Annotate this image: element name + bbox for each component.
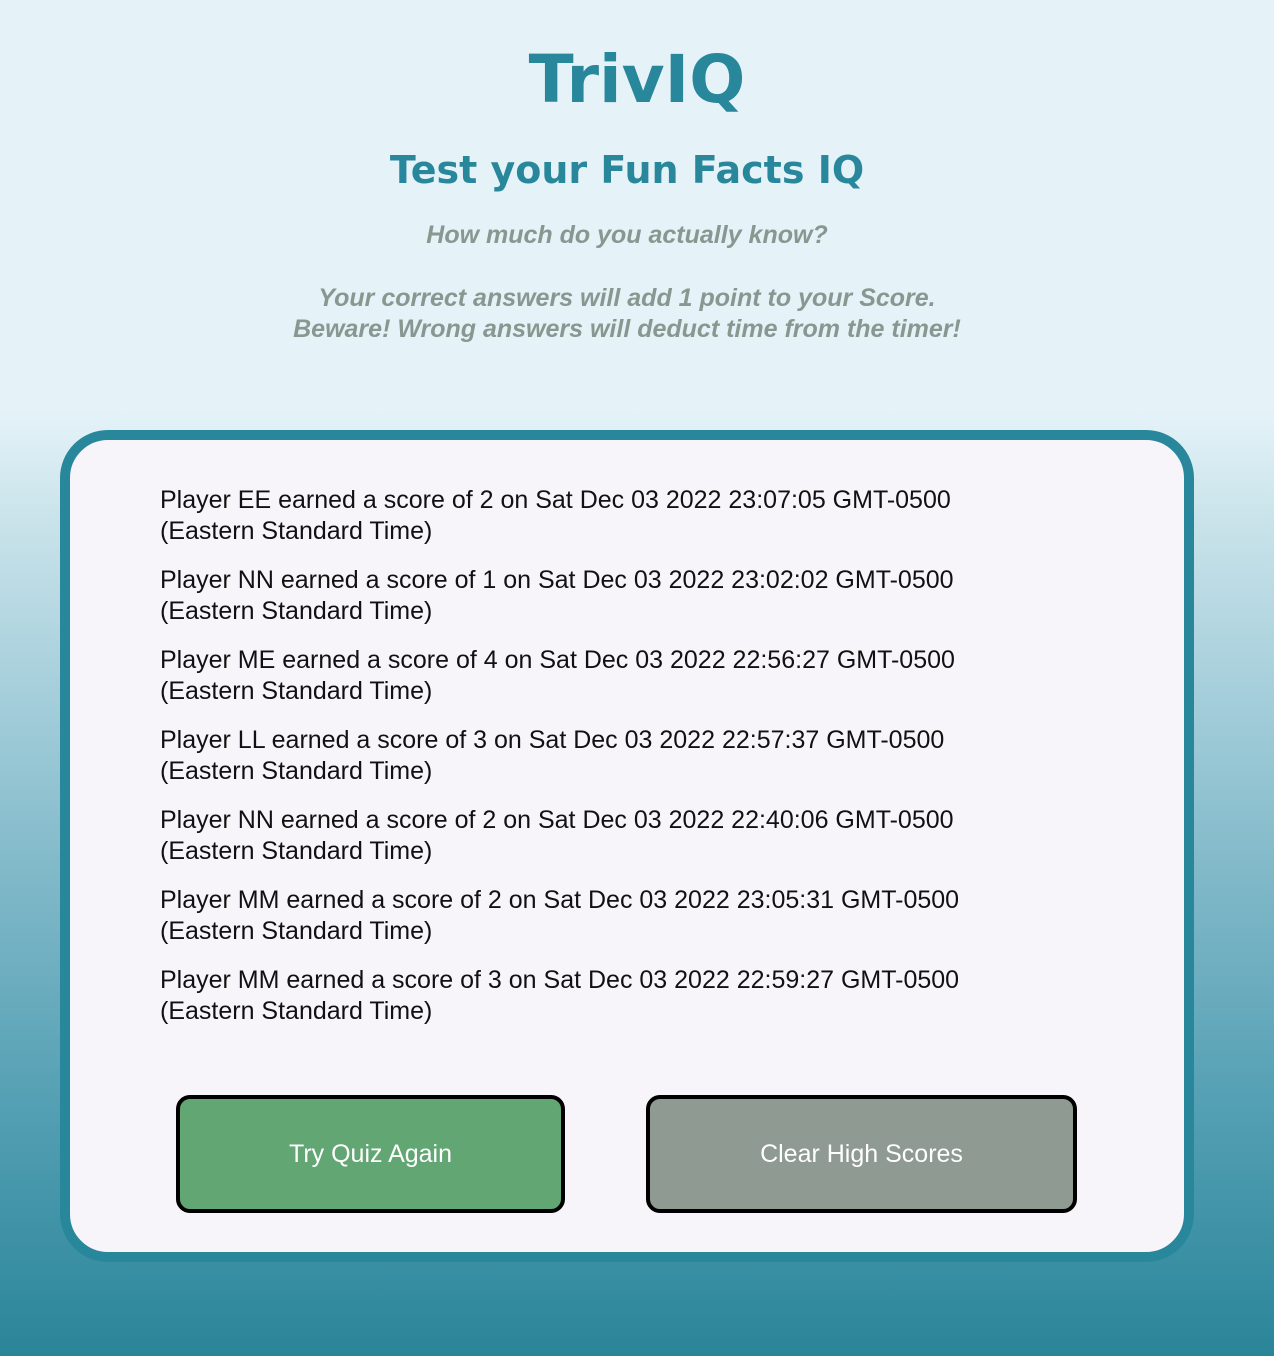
score-entry: Player MM earned a score of 3 on Sat Dec… xyxy=(160,965,1120,1045)
rules-line-2: Beware! Wrong answers will deduct time f… xyxy=(293,315,961,343)
score-entry-text: Player LL earned a score of 3 on Sat Dec… xyxy=(160,726,945,754)
high-scores-list: Player EE earned a score of 2 on Sat Dec… xyxy=(160,485,1120,1045)
score-entry-timezone: (Eastern Standard Time) xyxy=(160,837,433,865)
score-entry-text: Player MM earned a score of 3 on Sat Dec… xyxy=(160,966,960,994)
score-entry-timezone: (Eastern Standard Time) xyxy=(160,757,433,785)
score-entry: Player EE earned a score of 2 on Sat Dec… xyxy=(160,485,1120,565)
clear-high-scores-button[interactable]: Clear High Scores xyxy=(646,1095,1077,1213)
score-entry: Player MM earned a score of 2 on Sat Dec… xyxy=(160,885,1120,965)
score-entry-text: Player MM earned a score of 2 on Sat Dec… xyxy=(160,886,960,914)
score-entry: Player ME earned a score of 4 on Sat Dec… xyxy=(160,645,1120,725)
tagline: How much do you actually know? xyxy=(426,221,828,249)
score-entry: Player LL earned a score of 3 on Sat Dec… xyxy=(160,725,1120,805)
score-entry-timezone: (Eastern Standard Time) xyxy=(160,517,433,545)
score-entry-timezone: (Eastern Standard Time) xyxy=(160,917,433,945)
score-entry: Player NN earned a score of 2 on Sat Dec… xyxy=(160,805,1120,885)
app-subtitle: Test your Fun Facts IQ xyxy=(389,148,865,192)
score-entry: Player NN earned a score of 1 on Sat Dec… xyxy=(160,565,1120,645)
try-quiz-again-label: Try Quiz Again xyxy=(288,1139,453,1168)
app-title: TrivIQ xyxy=(528,41,746,118)
high-scores-card: Player EE earned a score of 2 on Sat Dec… xyxy=(60,430,1194,1262)
score-entry-text: Player NN earned a score of 2 on Sat Dec… xyxy=(160,806,954,834)
clear-high-scores-label: Clear High Scores xyxy=(760,1139,963,1168)
score-entry-timezone: (Eastern Standard Time) xyxy=(160,597,433,625)
rules-line-1: Your correct answers will add 1 point to… xyxy=(318,284,936,312)
score-entry-text: Player NN earned a score of 1 on Sat Dec… xyxy=(160,566,954,594)
score-entry-timezone: (Eastern Standard Time) xyxy=(160,677,433,705)
score-entry-text: Player ME earned a score of 4 on Sat Dec… xyxy=(160,646,955,674)
try-quiz-again-button[interactable]: Try Quiz Again xyxy=(176,1095,565,1213)
score-entry-text: Player EE earned a score of 2 on Sat Dec… xyxy=(160,486,951,514)
score-entry-timezone: (Eastern Standard Time) xyxy=(160,997,433,1025)
